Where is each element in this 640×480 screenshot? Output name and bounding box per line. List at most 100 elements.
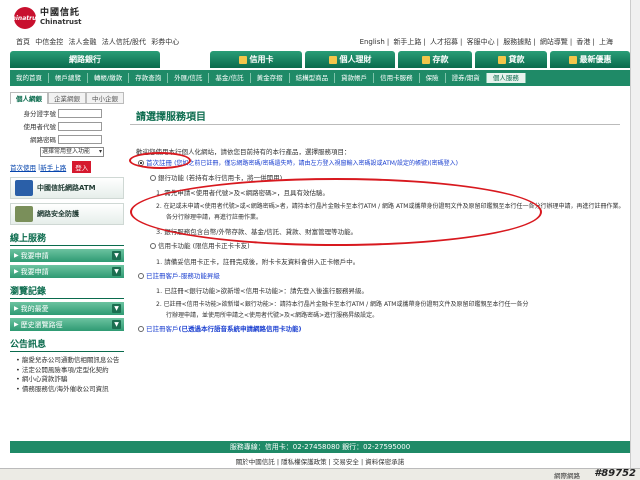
browse-history-title: 瀏覽記錄	[10, 284, 124, 299]
highlight-ellipse-large	[130, 178, 542, 246]
tab-online-banking[interactable]: 網路銀行	[10, 51, 160, 68]
top-nav-branches[interactable]: 服務據點	[503, 38, 531, 46]
atm-icon	[15, 180, 33, 196]
sub-nav-securities[interactable]: 證券/期貨	[446, 73, 487, 83]
option-upgrade[interactable]: 已註冊客戶-服務功能昇級	[138, 270, 220, 280]
top-nav-sitemap[interactable]: 網站導覽	[540, 38, 568, 46]
sidebar: 個人網銀 企業網銀 中小企銀 身分證字號 使用者代號 網路密碼 選擇常用登入功能…	[10, 92, 124, 432]
history-button[interactable]: ▶ 歷史瀏覽路徑 ▼	[10, 318, 124, 331]
brand-name-cn: 中國信託	[40, 8, 81, 18]
announcement-item[interactable]: 債務服務信/海外催收公司資訊	[16, 385, 124, 394]
top-nav-customer-service[interactable]: 客服中心	[467, 38, 495, 46]
page-title: 請選擇服務項目	[136, 112, 206, 123]
sub-nav-card-service[interactable]: 信用卡服務	[374, 73, 420, 83]
tab-loan[interactable]: 貸款	[475, 51, 547, 68]
id-input[interactable]	[58, 108, 102, 118]
chevron-down-icon: ▼	[112, 267, 121, 276]
service-select[interactable]: 選擇常用登入功能	[40, 147, 104, 157]
chevron-down-icon: ▼	[112, 320, 121, 329]
top-nav-shanghai[interactable]: 上海	[599, 38, 613, 46]
brand-name-en: Chinatrust	[40, 18, 82, 26]
radio-registered[interactable]	[138, 326, 144, 332]
sub-nav-account-overview[interactable]: 帳戶總覽	[49, 73, 88, 83]
deposit-icon	[421, 55, 430, 64]
top-nav-newbie[interactable]: 新手上路	[393, 38, 421, 46]
favorites-button[interactable]: ▶ 我的最愛 ▼	[10, 302, 124, 315]
login-tabs: 個人網銀 企業網銀 中小企銀	[10, 92, 124, 104]
card-icon	[238, 55, 247, 64]
id-label: 身分證字號	[23, 110, 57, 118]
atm-banner[interactable]: 中國信託網路ATM	[10, 177, 124, 199]
sub-nav-my-home[interactable]: 我的首頁	[10, 73, 49, 83]
footer-service-bar: 服務專線：信用卡：02-27458080 銀行：02-27595000	[10, 441, 630, 453]
top-nav-english[interactable]: English	[360, 38, 385, 46]
login-tab-sme[interactable]: 中小企銀	[86, 92, 124, 104]
announcement-item[interactable]: 法定公開風險事項/定型化契約	[16, 366, 124, 375]
offer-icon	[568, 55, 577, 64]
announcement-item[interactable]: 網小心貸款詐騙	[16, 375, 124, 384]
login-button[interactable]: 登入	[72, 161, 92, 173]
announcements-title: 公告訊息	[10, 337, 124, 352]
password-label: 網路密碼	[30, 136, 56, 144]
tab-deposit[interactable]: 存款	[398, 51, 472, 68]
announcement-item[interactable]: 龍愛兒赤公司通動信相關訊息公告	[16, 356, 124, 365]
status-zone: 網際網路	[554, 472, 580, 480]
highlight-ellipse-small	[129, 152, 191, 169]
sub-nav-deposit-query[interactable]: 存款查詢	[129, 73, 169, 83]
scrollbar[interactable]	[630, 0, 640, 468]
lock-icon	[15, 206, 33, 222]
radio-upgrade[interactable]	[138, 273, 144, 279]
top-nav-corporate[interactable]: 法人金融	[68, 38, 96, 46]
login-tab-enterprise[interactable]: 企業網銀	[48, 92, 86, 104]
top-nav-careers[interactable]: 人才招募	[430, 38, 458, 46]
online-service-title: 線上服務	[10, 231, 124, 246]
sub-nav: 我的首頁 帳戶總覽 轉帳/繳款 存款查詢 外匯/信託 基金/信託 黃金存摺 結構…	[10, 70, 630, 86]
browser-status-bar: 網際網路 #89752	[0, 468, 640, 480]
top-nav-lottery[interactable]: 彩券中心	[151, 38, 179, 46]
security-banner[interactable]: 網路安全防護	[10, 203, 124, 225]
chevron-down-icon: ▼	[112, 251, 121, 260]
tab-personal-finance[interactable]: 個人理財	[305, 51, 395, 68]
top-nav-home[interactable]: 首頁	[16, 38, 30, 46]
top-nav-right: English | 新手上路 | 人才招募 | 客服中心 | 服務據點 | 網站導覽 | 香…	[359, 38, 613, 46]
title-divider	[130, 124, 620, 125]
sub-nav-fund[interactable]: 基金/信託	[209, 73, 251, 83]
tab-latest-offers[interactable]: 最新優惠	[550, 51, 630, 68]
main-tab-bar: 網路銀行 信用卡 個人理財 存款 貸款 最新優惠	[10, 51, 630, 69]
credit-step-1: 1. 請備妥信用卡正卡，註冊完成後，附卡卡友資料會併入正卡帳戶中。	[156, 258, 360, 266]
user-input[interactable]	[58, 121, 102, 131]
upgrade-step-2-cont: 行辦理申請，並使用所申請之<使用者代號>及<網路密碼>進行服務昇級設定。	[166, 312, 379, 319]
login-tab-personal[interactable]: 個人網銀	[10, 92, 48, 104]
first-use-link[interactable]: 首次使用	[10, 162, 36, 172]
applying-button[interactable]: ▶ 我要申請 ▼	[10, 265, 124, 278]
chevron-down-icon: ▼	[112, 304, 121, 313]
new-user-link[interactable]: 新手上路	[40, 162, 66, 172]
top-nav-holding[interactable]: 中信金控	[35, 38, 63, 46]
footer-links[interactable]: 關於中國信託 | 隱私權保護政策 | 交易安全 | 資料保密承諾	[0, 456, 640, 466]
tab-credit-card[interactable]: 信用卡	[210, 51, 302, 68]
loan-icon	[497, 55, 506, 64]
sub-nav-structured[interactable]: 結構型商品	[290, 73, 336, 83]
sub-nav-gold[interactable]: 黃金存摺	[251, 73, 290, 83]
want-apply-button[interactable]: ▶ 我要申請 ▼	[10, 249, 124, 262]
radio-credit-function[interactable]	[150, 243, 156, 249]
sub-nav-forex[interactable]: 外匯/信託	[168, 73, 210, 83]
top-nav-trust[interactable]: 法人信託/股代	[102, 38, 146, 46]
radio-bank-function[interactable]	[150, 175, 156, 181]
top-nav-hongkong[interactable]: 香港	[576, 38, 590, 46]
sub-nav-personal-service[interactable]: 個人服務	[486, 73, 526, 83]
logo-mark-icon: Chinatrust	[7, 7, 43, 29]
password-input[interactable]	[58, 134, 102, 144]
sub-nav-transfer[interactable]: 轉帳/繳款	[88, 73, 130, 83]
watermark: #89752	[594, 468, 636, 479]
user-label: 使用者代號	[23, 123, 57, 131]
announcement-list: 龍愛兒赤公司通動信相關訊息公告 法定公開風險事項/定型化契約 網小心貸款詐騙 債…	[10, 356, 124, 393]
brand-logo[interactable]: Chinatrust 中國信託 Chinatrust	[7, 6, 134, 30]
finance-icon	[328, 55, 337, 64]
top-nav-left: 首頁 中信金控 法人金融 法人信託/股代 彩券中心	[16, 37, 182, 47]
sub-nav-loan-account[interactable]: 貸款帳戶	[335, 73, 375, 83]
option-registered[interactable]: 已註冊客戶(已透過本行語音系統申請網路信用卡功能)	[138, 323, 301, 333]
sub-nav-insurance[interactable]: 保險	[420, 73, 446, 83]
upgrade-step-2: 2. 已註冊<信用卡功能>欲新增<銀行功能>：請持本行晶片金融卡至本行ATM /…	[156, 301, 529, 308]
upgrade-step-1: 1. 已註冊<銀行功能>欲新增<信用卡功能>：請先登入後進行服務昇級。	[156, 287, 369, 295]
